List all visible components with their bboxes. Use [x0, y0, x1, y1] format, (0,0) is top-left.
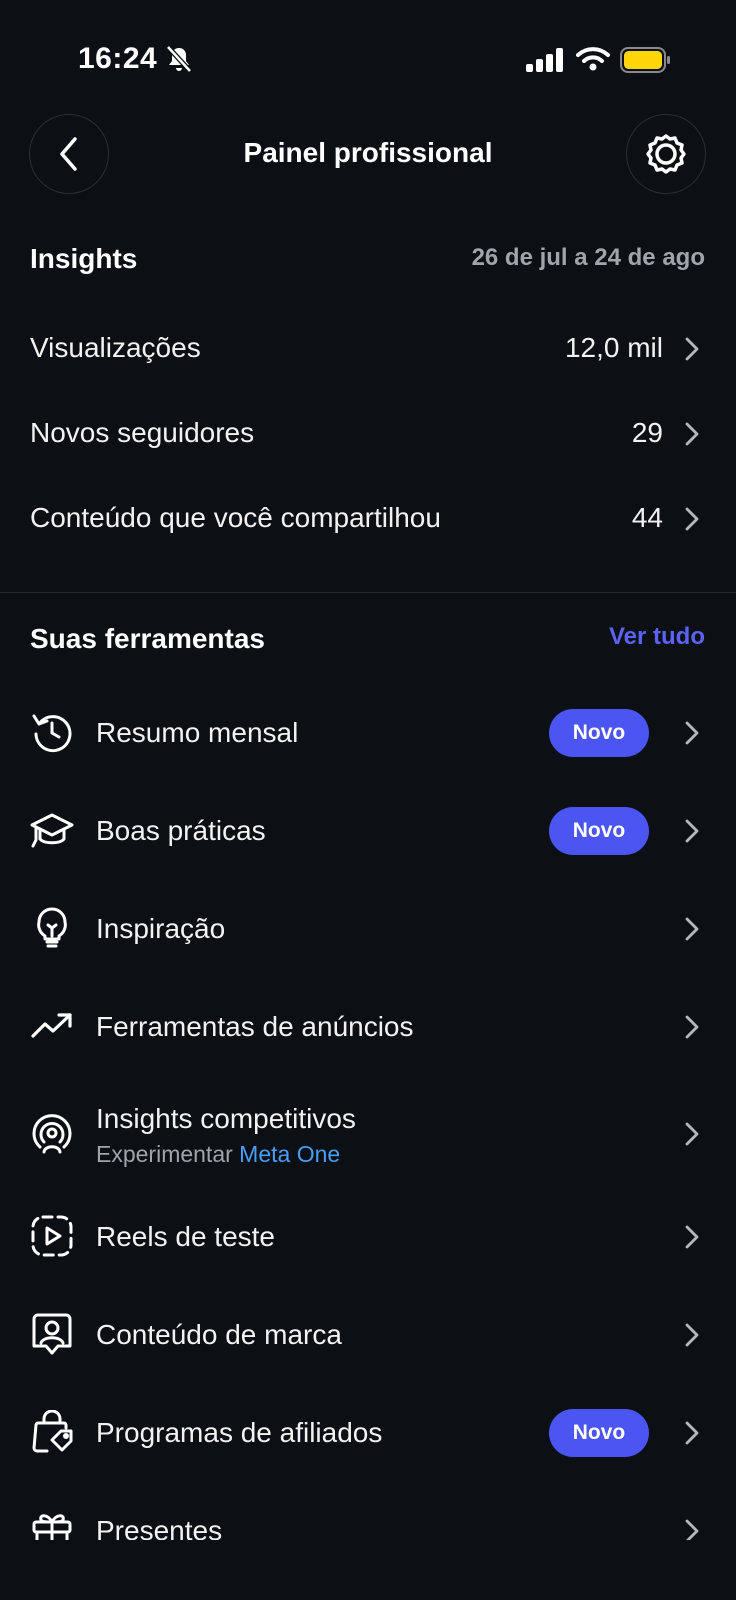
chevron-right-icon — [685, 1015, 699, 1039]
insights-title: Insights — [30, 243, 138, 274]
branded-content-icon — [32, 1313, 72, 1355]
wifi-icon — [576, 47, 610, 71]
metric-label: Visualizações — [30, 332, 201, 363]
metric-row-new-followers[interactable]: Novos seguidores 29 — [0, 403, 736, 463]
new-badge: Novo — [549, 1409, 649, 1457]
tool-row-affiliate-programs[interactable]: Programas de afiliados Novo — [0, 1388, 736, 1478]
new-badge: Novo — [549, 807, 649, 855]
tool-label: Insights competitivos — [96, 1103, 356, 1134]
reel-play-icon — [31, 1215, 73, 1257]
shopping-bag-tag-icon — [32, 1410, 73, 1453]
chevron-right-icon — [685, 819, 699, 843]
section-divider — [0, 592, 736, 593]
chevron-right-icon — [685, 1323, 699, 1347]
tool-label: Inspiração — [96, 913, 226, 944]
tool-subtitle: Experimentar Meta One — [96, 1141, 340, 1168]
see-all-link[interactable]: Ver tudo — [609, 623, 705, 651]
chevron-right-icon — [685, 422, 699, 446]
tool-label: Boas práticas — [96, 815, 266, 846]
lightbulb-icon — [37, 907, 67, 948]
chevron-right-icon — [685, 1421, 699, 1445]
metric-label: Novos seguidores — [30, 417, 255, 448]
chevron-right-icon — [685, 917, 699, 941]
tool-row-competitive-insights[interactable]: Insights competitivos Experimentar Meta … — [0, 1089, 736, 1179]
chevron-right-icon — [685, 337, 699, 361]
metric-value: 29 — [631, 417, 663, 448]
graduation-cap-icon — [30, 813, 74, 848]
status-bar: 16:24 — [0, 0, 736, 100]
battery-icon — [620, 47, 670, 73]
tool-subtitle-text: Experimentar — [96, 1141, 233, 1167]
tool-row-monthly-recap[interactable]: Resumo mensal Novo — [0, 688, 736, 778]
tools-title: Suas ferramentas — [30, 623, 266, 654]
tool-row-best-practices[interactable]: Boas práticas Novo — [0, 786, 736, 876]
trending-up-icon — [31, 1013, 72, 1038]
gear-icon — [646, 134, 686, 174]
metric-value: 44 — [631, 502, 663, 533]
tool-label: Conteúdo de marca — [96, 1319, 342, 1350]
chevron-right-icon — [685, 1225, 699, 1249]
tool-row-inspiration[interactable]: Inspiração — [0, 884, 736, 974]
tool-label: Reels de teste — [96, 1221, 275, 1252]
chevron-right-icon — [685, 721, 699, 745]
metric-label: Conteúdo que você compartilhou — [30, 502, 441, 533]
metric-value: 12,0 mil — [564, 332, 663, 363]
chevron-right-icon — [685, 1122, 699, 1146]
tool-row-ad-tools[interactable]: Ferramentas de anúncios — [0, 982, 736, 1072]
tool-row-trial-reels[interactable]: Reels de teste — [0, 1192, 736, 1282]
settings-button[interactable] — [626, 114, 706, 194]
tool-label: Programas de afiliados — [96, 1417, 383, 1448]
bell-slash-icon — [166, 45, 192, 73]
competitor-radar-icon — [32, 1114, 72, 1154]
tool-label: Ferramentas de anúncios — [96, 1011, 414, 1042]
date-range[interactable]: 26 de jul a 24 de ago — [472, 244, 705, 272]
tool-row-branded-content[interactable]: Conteúdo de marca — [0, 1290, 736, 1380]
chevron-right-icon — [685, 507, 699, 531]
meta-one-link[interactable]: Meta One — [239, 1141, 340, 1167]
signal-icon — [526, 48, 563, 72]
new-badge: Novo — [549, 709, 649, 757]
status-time: 16:24 — [78, 42, 158, 75]
metric-row-shared-content[interactable]: Conteúdo que você compartilhou 44 — [0, 488, 736, 548]
bottom-cutoff — [0, 1540, 736, 1600]
tool-label: Resumo mensal — [96, 717, 299, 748]
metric-row-views[interactable]: Visualizações 12,0 mil — [0, 318, 736, 378]
history-icon — [32, 714, 72, 753]
